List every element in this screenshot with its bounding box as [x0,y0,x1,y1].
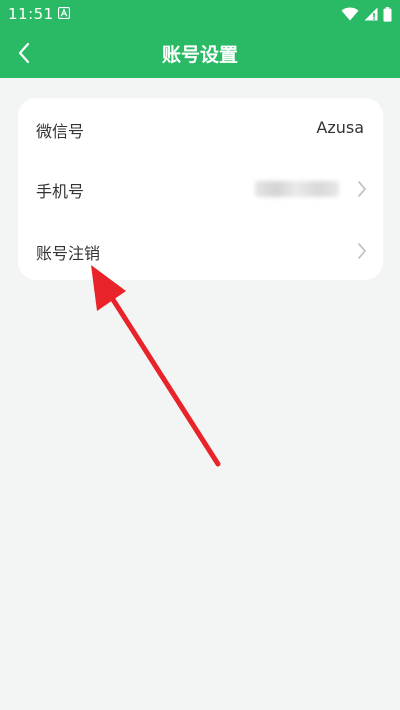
notification-a-icon [58,7,70,19]
battery-icon [383,6,392,22]
arrow-shaft [109,295,221,467]
wechat-id-row[interactable]: 微信号 Azusa [18,98,383,160]
chevron-right-icon [358,181,366,197]
settings-card: 微信号 Azusa 手机号 账号注销 [18,98,383,280]
account-deletion-label: 账号注销 [36,244,101,263]
status-icons [341,6,392,22]
status-time: 11:51 [8,5,54,23]
status-bar: 11:51 [0,0,400,28]
page-title: 账号设置 [161,44,238,66]
wechat-id-label: 微信号 [36,122,85,141]
phone-number-row[interactable]: 手机号 [18,158,383,220]
signal-icon [364,7,378,21]
phone-number-obscured-value [255,181,339,197]
wechat-id-value: Azusa [316,118,364,137]
chevron-right-icon [358,243,366,259]
wifi-icon [341,7,359,21]
account-deletion-row[interactable]: 账号注销 [18,220,383,282]
app-bar: 账号设置 [0,28,400,78]
phone-number-label: 手机号 [36,182,85,201]
